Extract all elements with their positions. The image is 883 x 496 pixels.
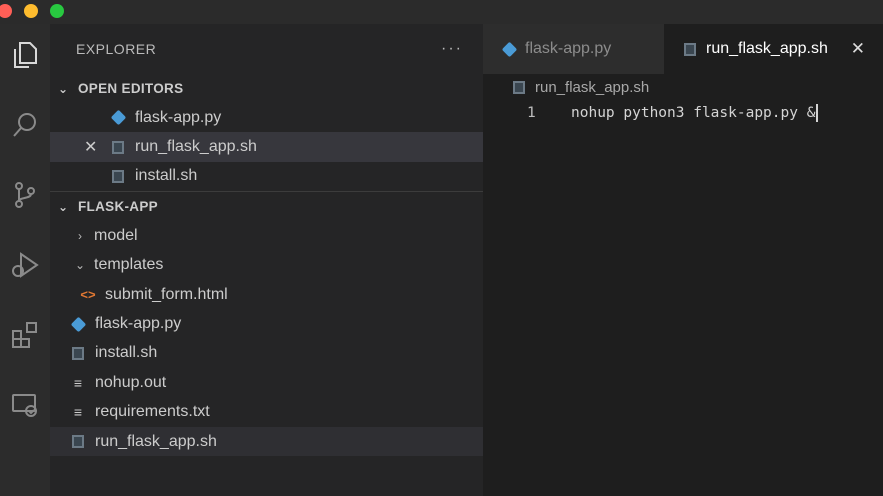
chevron-down-icon: ⌄	[58, 199, 69, 214]
text-file-icon: ≡	[73, 404, 83, 421]
text-cursor	[816, 104, 819, 122]
tree-item-templates[interactable]: ⌄ templates	[50, 251, 483, 280]
python-file-icon	[501, 41, 517, 57]
tab-flask-app-py[interactable]: flask-app.py	[483, 24, 664, 74]
tree-item-label: submit_form.html	[105, 285, 228, 303]
breadcrumb[interactable]: run_flask_app.sh	[483, 74, 883, 100]
chevron-right-icon: ›	[78, 228, 82, 243]
tree-item-label: flask-app.py	[95, 315, 182, 333]
tree-item-model[interactable]: › model	[50, 221, 483, 250]
close-icon[interactable]: ✕	[84, 137, 97, 157]
more-actions-button[interactable]: ···	[441, 40, 463, 58]
files-icon[interactable]	[0, 30, 50, 80]
chevron-down-icon: ⌄	[58, 81, 69, 96]
explorer-title: EXPLORER	[76, 41, 157, 57]
html-file-icon: <>	[80, 287, 96, 303]
open-editor-label: flask-app.py	[135, 108, 222, 126]
tree-item-nohup[interactable]: ≡ nohup.out	[50, 368, 483, 397]
editor-area: flask-app.py run_flask_app.sh ✕ run_flas…	[483, 24, 883, 496]
tab-label: flask-app.py	[525, 40, 612, 57]
explorer-sidebar: EXPLORER ··· ⌄ OPEN EDITORS flask-app.py…	[50, 24, 483, 496]
minimize-window-button[interactable]	[24, 4, 38, 18]
search-icon[interactable]	[0, 100, 50, 150]
open-editor-item[interactable]: flask-app.py	[50, 103, 483, 132]
open-editor-item[interactable]: ✕ run_flask_app.sh	[50, 132, 483, 162]
open-editor-label: run_flask_app.sh	[135, 138, 257, 156]
close-window-button[interactable]	[0, 4, 12, 18]
tree-item-install[interactable]: install.sh	[50, 339, 483, 368]
tree-item-submit-form[interactable]: <> submit_form.html	[50, 280, 483, 309]
open-editors-section[interactable]: ⌄ OPEN EDITORS	[50, 74, 483, 103]
open-editor-label: install.sh	[135, 167, 198, 185]
tab-label: run_flask_app.sh	[706, 40, 828, 57]
tree-item-label: install.sh	[95, 344, 158, 362]
tree-item-run-flask-app[interactable]: run_flask_app.sh	[50, 426, 483, 457]
source-control-icon[interactable]	[0, 170, 50, 220]
shell-file-icon	[682, 41, 698, 57]
editor-tabs: flask-app.py run_flask_app.sh ✕	[483, 24, 883, 74]
maximize-window-button[interactable]	[50, 4, 64, 18]
breadcrumb-label: run_flask_app.sh	[535, 78, 650, 96]
remote-explorer-icon[interactable]	[0, 380, 50, 430]
text-file-icon: ≡	[73, 374, 83, 391]
extensions-icon[interactable]	[0, 310, 50, 360]
shell-file-icon	[70, 434, 86, 450]
tree-item-label: run_flask_app.sh	[95, 432, 217, 450]
tree-item-label: requirements.txt	[95, 403, 210, 421]
folder-section[interactable]: ⌄ FLASK-APP	[50, 192, 483, 221]
tree-item-label: model	[94, 226, 138, 244]
code-text[interactable]: nohup python3 flask-app.py &	[571, 105, 815, 121]
folder-label: FLASK-APP	[78, 199, 158, 215]
shell-file-icon	[70, 345, 86, 361]
activity-bar	[0, 24, 50, 496]
run-debug-icon[interactable]	[0, 240, 50, 290]
python-file-icon	[70, 316, 86, 332]
shell-file-icon	[110, 168, 126, 184]
tree-item-requirements[interactable]: ≡ requirements.txt	[50, 398, 483, 427]
tree-item-flask-app[interactable]: flask-app.py	[50, 309, 483, 338]
close-icon[interactable]: ✕	[851, 39, 865, 59]
tree-item-label: nohup.out	[95, 373, 167, 391]
window-titlebar	[0, 0, 883, 24]
chevron-down-icon: ⌄	[74, 258, 86, 273]
explorer-header: EXPLORER ···	[50, 24, 483, 74]
shell-file-icon	[511, 79, 527, 95]
open-editor-item[interactable]: install.sh	[50, 162, 483, 191]
tab-run-flask-app-sh[interactable]: run_flask_app.sh ✕	[664, 24, 883, 74]
tree-item-label: templates	[94, 256, 164, 274]
python-file-icon	[110, 109, 126, 126]
open-editors-label: OPEN EDITORS	[78, 81, 184, 96]
line-number: 1	[527, 105, 536, 121]
code-line[interactable]: 1 nohup python3 flask-app.py &	[483, 100, 883, 126]
shell-file-icon	[110, 139, 126, 155]
